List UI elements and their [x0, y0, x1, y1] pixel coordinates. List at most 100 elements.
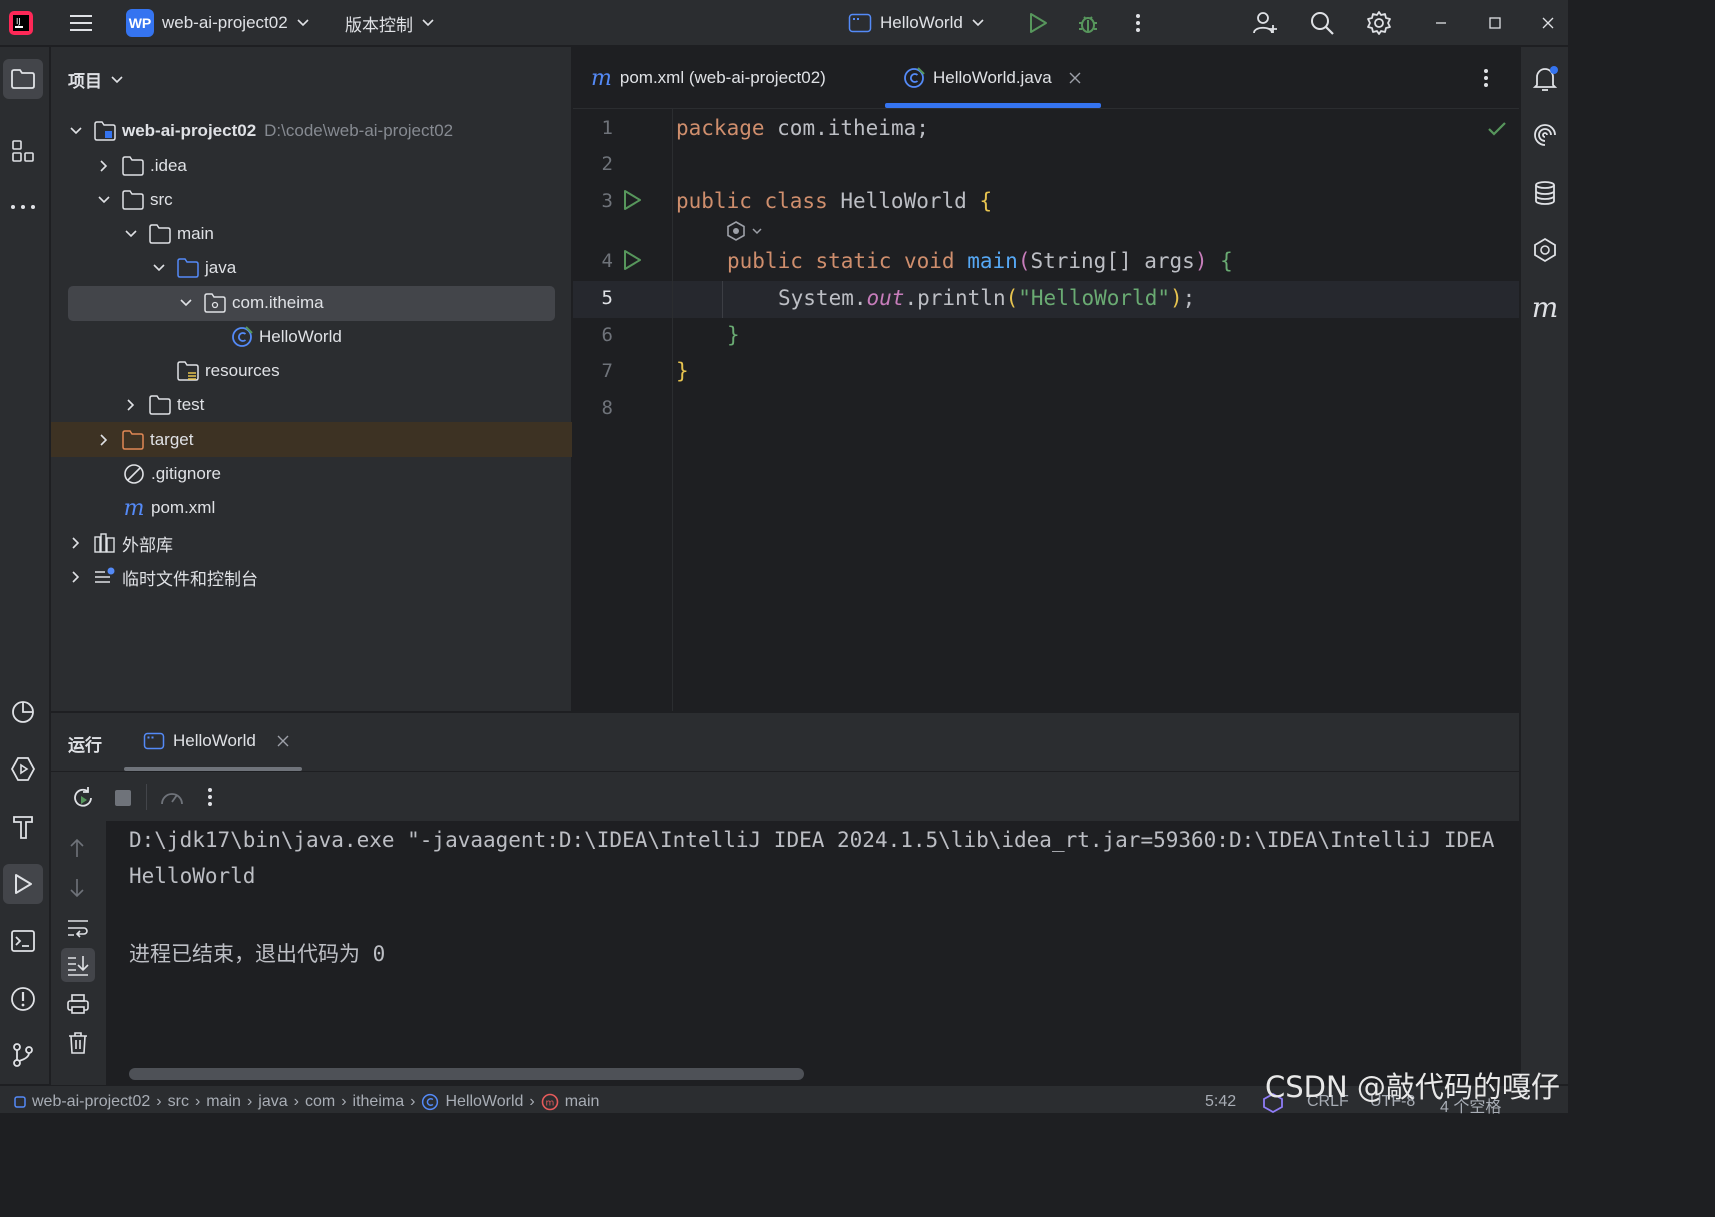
profiler-gauge-icon[interactable]	[159, 786, 185, 810]
notifications-bell-icon[interactable]	[1525, 59, 1565, 99]
stop-icon[interactable]	[113, 788, 133, 808]
chevron-down-icon[interactable]	[121, 224, 141, 244]
line-number: 5	[601, 287, 613, 309]
tree-item-idea[interactable]: .idea	[51, 149, 572, 183]
editor-more-icon[interactable]	[1481, 47, 1491, 109]
vcs-menu[interactable]: 版本控制	[345, 0, 435, 46]
breadcrumb-item[interactable]: src	[168, 1093, 189, 1111]
tree-item-java[interactable]: java	[51, 251, 572, 285]
chevron-right-icon[interactable]	[66, 533, 86, 553]
tree-item-scratches[interactable]: 临时文件和控制台	[51, 560, 572, 594]
git-tool-button[interactable]	[3, 1035, 43, 1075]
run-gutter-icon[interactable]	[622, 249, 642, 271]
tree-item-pom[interactable]: m pom.xml	[51, 491, 572, 525]
tree-item-helloworld[interactable]: HelloWorld	[51, 320, 572, 354]
close-tab-icon[interactable]	[276, 734, 290, 748]
print-icon[interactable]	[66, 993, 90, 1015]
ai-assistant-icon[interactable]	[1525, 230, 1565, 270]
add-user-icon[interactable]	[1252, 0, 1278, 46]
breadcrumb-item[interactable]: main	[565, 1093, 600, 1111]
run-config-selector[interactable]: HelloWorld	[848, 0, 985, 46]
chevron-down-icon[interactable]	[149, 258, 169, 278]
tree-item-target[interactable]: target	[51, 423, 572, 457]
rerun-icon[interactable]	[71, 786, 95, 810]
scroll-to-end-button[interactable]	[61, 948, 95, 982]
tab-pom-xml[interactable]: m pom.xml (web-ai-project02)	[591, 47, 826, 109]
run-gutter-icon[interactable]	[622, 189, 642, 211]
debug-button[interactable]	[1076, 0, 1100, 46]
project-tool-button[interactable]	[3, 59, 43, 99]
tree-item-project-root[interactable]: web-ai-project02 D:\code\web-ai-project0…	[51, 114, 572, 148]
code-line-7[interactable]: }	[676, 359, 689, 383]
tree-item-resources[interactable]: resources	[51, 354, 572, 388]
terminal-tool-button[interactable]	[3, 921, 43, 961]
more-actions-icon[interactable]	[205, 786, 215, 808]
breadcrumb-item[interactable]: com	[305, 1093, 335, 1111]
close-window-icon[interactable]	[1540, 0, 1556, 46]
trash-icon[interactable]	[67, 1031, 89, 1055]
search-icon[interactable]	[1309, 0, 1335, 46]
chevron-right-icon[interactable]	[66, 567, 86, 587]
code-line-1[interactable]: package com.itheima;	[676, 116, 929, 140]
code-line-3[interactable]: public class HelloWorld {	[676, 189, 992, 213]
module-icon	[14, 1096, 26, 1108]
breadcrumb-item[interactable]: main	[206, 1093, 241, 1111]
run-tool-button[interactable]	[3, 864, 43, 904]
chevron-right-icon[interactable]	[121, 395, 141, 415]
breadcrumb-item[interactable]: itheima	[353, 1093, 405, 1111]
breadcrumb-separator: ›	[194, 1093, 201, 1110]
tree-item-test[interactable]: test	[51, 388, 572, 422]
services-tool-button[interactable]	[3, 749, 43, 789]
close-tab-icon[interactable]	[1068, 71, 1082, 85]
project-panel-title[interactable]: 项目	[68, 67, 124, 92]
breadcrumb-item[interactable]: java	[258, 1093, 287, 1111]
problems-tool-button[interactable]	[3, 979, 43, 1019]
chevron-down-icon[interactable]	[66, 121, 86, 141]
code-line-6[interactable]: }	[676, 323, 740, 347]
tree-item-gitignore[interactable]: .gitignore	[51, 457, 572, 491]
no-problems-check-icon[interactable]	[1487, 120, 1507, 138]
app-logo-icon[interactable]: IJ	[8, 0, 34, 46]
console-line-output: HelloWorld	[129, 864, 256, 888]
main-menu-icon[interactable]	[68, 0, 94, 46]
tree-item-label: src	[150, 190, 173, 209]
run-tab-helloworld[interactable]: HelloWorld	[143, 731, 290, 751]
chevron-right-icon[interactable]	[94, 156, 114, 176]
more-tools-icon[interactable]	[3, 187, 43, 227]
breadcrumb-item[interactable]: web-ai-project02	[32, 1093, 150, 1111]
arrow-up-icon[interactable]	[67, 837, 87, 859]
chevron-down-icon[interactable]	[94, 190, 114, 210]
profiler-tool-button[interactable]	[3, 692, 43, 732]
chevron-down-icon	[972, 19, 984, 27]
structure-tool-button[interactable]	[3, 131, 43, 171]
soft-wrap-icon[interactable]	[66, 917, 90, 939]
maven-icon[interactable]: m	[1525, 287, 1565, 327]
code-line-4[interactable]: public static void main(String[] args) {	[676, 249, 1233, 273]
project-switcher[interactable]: WP web-ai-project02	[126, 0, 310, 46]
breadcrumb-separator: ›	[156, 1093, 162, 1110]
minimize-icon[interactable]	[1433, 0, 1449, 46]
tree-item-external-libraries[interactable]: 外部库	[51, 526, 572, 560]
code-line-5[interactable]: System.out.println("HelloWorld");	[676, 286, 1195, 310]
build-tool-button[interactable]	[3, 807, 43, 847]
services-icon	[10, 757, 36, 781]
horizontal-scrollbar[interactable]	[129, 1068, 804, 1080]
tree-item-main[interactable]: main	[51, 217, 572, 251]
chevron-right-icon[interactable]	[94, 430, 114, 450]
line-number: 7	[601, 360, 613, 382]
console-output[interactable]: D:\jdk17\bin\java.exe "-javaagent:D:\IDE…	[106, 821, 1519, 1085]
more-actions-icon[interactable]	[1130, 0, 1146, 46]
breadcrumb-item[interactable]: HelloWorld	[445, 1093, 523, 1111]
ai-chat-spiral-icon[interactable]	[1525, 115, 1565, 155]
maximize-icon[interactable]	[1487, 0, 1503, 46]
database-icon[interactable]	[1525, 173, 1565, 213]
tree-item-com-itheima[interactable]: com.itheima	[51, 286, 572, 320]
tab-helloworld-java[interactable]: HelloWorld.java	[903, 47, 1082, 109]
run-button[interactable]	[1027, 0, 1049, 46]
settings-gear-icon[interactable]	[1366, 0, 1392, 46]
ai-assistant-inlay[interactable]	[725, 220, 763, 242]
chevron-down-icon[interactable]	[176, 293, 196, 313]
caret-position[interactable]: 5:42	[1205, 1093, 1236, 1111]
arrow-down-icon[interactable]	[67, 877, 87, 899]
tree-item-src[interactable]: src	[51, 183, 572, 217]
